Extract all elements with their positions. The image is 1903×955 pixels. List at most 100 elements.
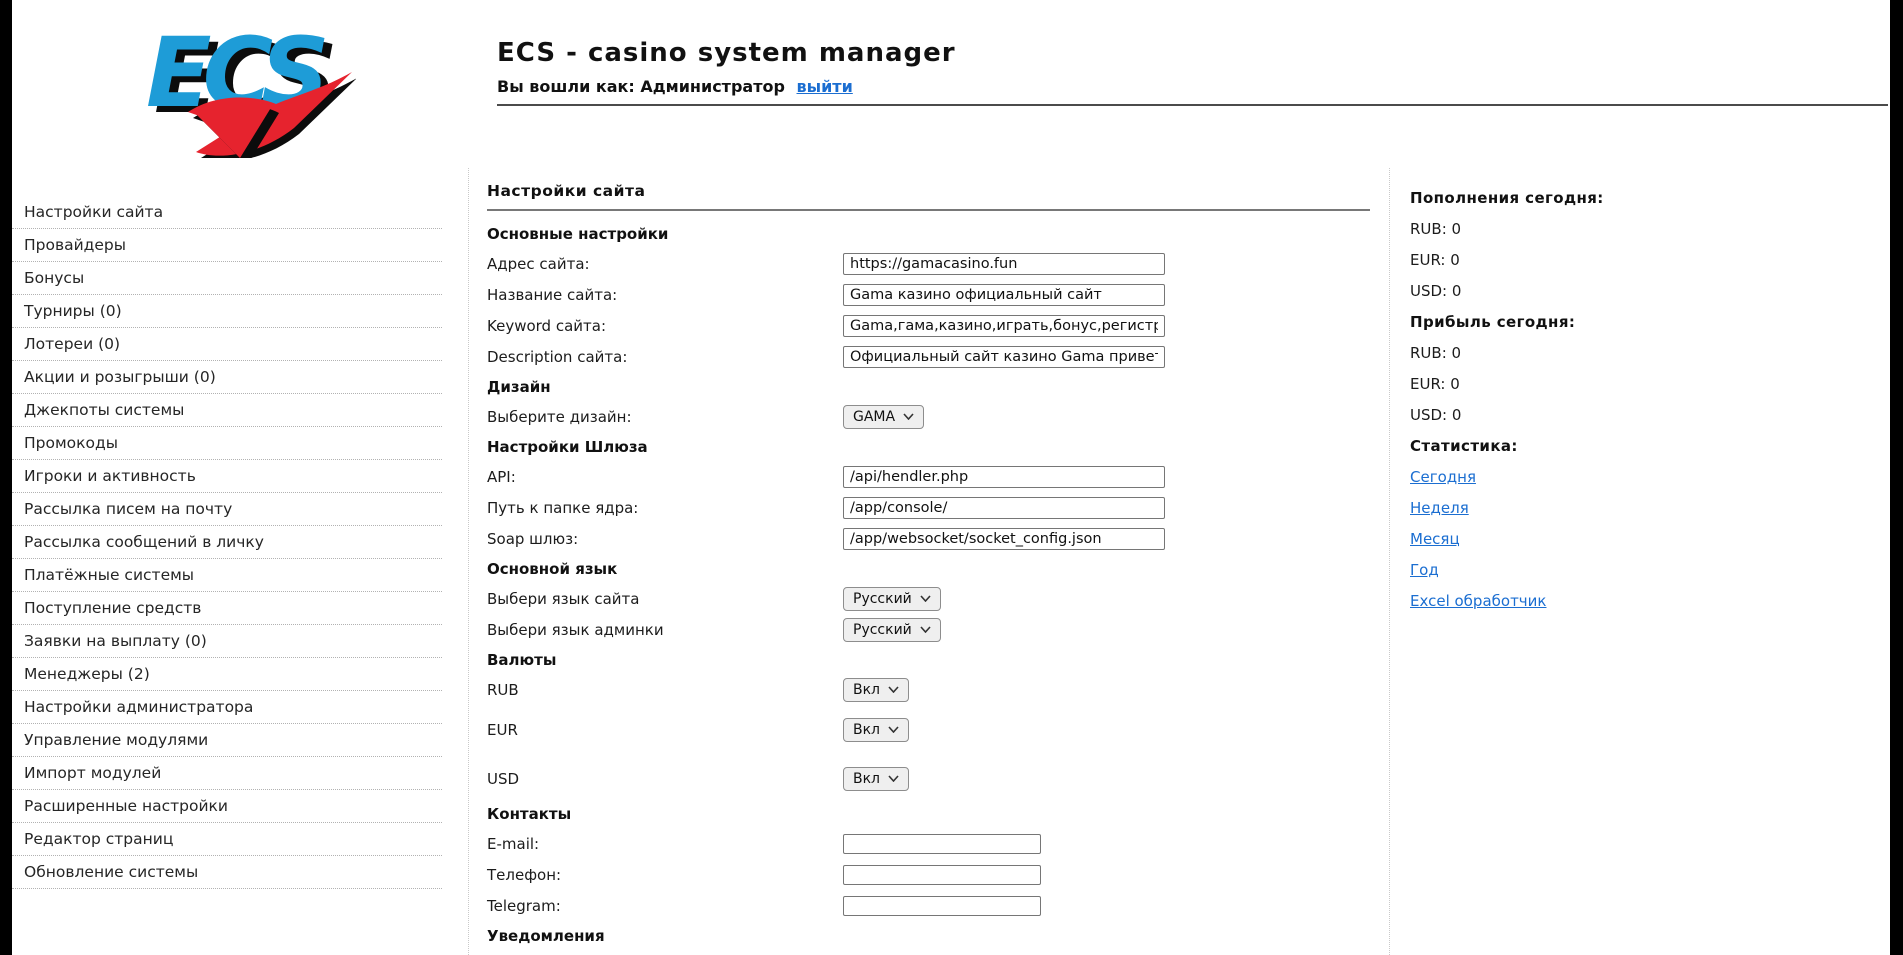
currency-eur-select[interactable]: Вкл bbox=[843, 718, 909, 742]
sidebar-item-pm-mailing[interactable]: Рассылка сообщений в личку bbox=[12, 526, 442, 559]
currency-rub-label: RUB bbox=[487, 681, 843, 699]
admin-language-label: Выбери язык админки bbox=[487, 621, 843, 639]
core-path-row: Путь к папке ядра: bbox=[487, 492, 1370, 523]
currency-usd-value: Вкл bbox=[853, 771, 880, 787]
deposits-usd: USD: 0 bbox=[1410, 275, 1720, 306]
stats-link-month[interactable]: Месяц bbox=[1410, 530, 1460, 548]
site-language-select[interactable]: Русский bbox=[843, 587, 941, 611]
site-keyword-label: Keyword сайта: bbox=[487, 317, 843, 335]
design-select-value: GAMA bbox=[853, 409, 895, 425]
ecs-logo: ECS ECS bbox=[138, 10, 356, 158]
stats-link-week[interactable]: Неделя bbox=[1410, 499, 1469, 517]
email-row: E-mail: bbox=[487, 828, 1370, 859]
currency-rub-row: RUB Вкл bbox=[487, 674, 1370, 705]
core-path-label: Путь к папке ядра: bbox=[487, 499, 843, 517]
design-select-label: Выберите дизайн: bbox=[487, 408, 843, 426]
soap-gateway-label: Soap шлюз: bbox=[487, 530, 843, 548]
stats-link-year[interactable]: Год bbox=[1410, 561, 1439, 579]
site-name-row: Название сайта: bbox=[487, 279, 1370, 310]
telegram-label: Telegram: bbox=[487, 897, 843, 915]
soap-gateway-row: Soap шлюз: bbox=[487, 523, 1370, 554]
site-name-input[interactable] bbox=[843, 284, 1165, 306]
currency-rub-select[interactable]: Вкл bbox=[843, 678, 909, 702]
email-input[interactable] bbox=[843, 834, 1041, 854]
deposits-today-title: Пополнения сегодня: bbox=[1410, 182, 1720, 213]
site-language-label: Выбери язык сайта bbox=[487, 590, 843, 608]
chevron-down-icon bbox=[920, 626, 931, 633]
deposits-rub: RUB: 0 bbox=[1410, 213, 1720, 244]
telegram-input[interactable] bbox=[843, 896, 1041, 916]
sidebar-item-providers[interactable]: Провайдеры bbox=[12, 229, 442, 262]
sidebar-item-page-editor[interactable]: Редактор страниц bbox=[12, 823, 442, 856]
profit-today-title: Прибыль сегодня: bbox=[1410, 306, 1720, 337]
page-title: ECS - casino system manager bbox=[497, 38, 956, 68]
admin-language-select[interactable]: Русский bbox=[843, 618, 941, 642]
sidebar-item-payout-requests[interactable]: Заявки на выплату (0) bbox=[12, 625, 442, 658]
site-language-row: Выбери язык сайта Русский bbox=[487, 583, 1370, 614]
currency-eur-value: Вкл bbox=[853, 722, 880, 738]
section-basic-settings: Основные настройки bbox=[487, 219, 1370, 248]
api-row: API: bbox=[487, 461, 1370, 492]
chevron-down-icon bbox=[888, 775, 899, 782]
site-name-label: Название сайта: bbox=[487, 286, 843, 304]
sidebar-item-module-management[interactable]: Управление модулями bbox=[12, 724, 442, 757]
stats-link-excel[interactable]: Excel обработчик bbox=[1410, 592, 1546, 610]
section-gateway: Настройки Шлюза bbox=[487, 432, 1370, 461]
sidebar-item-promocodes[interactable]: Промокоды bbox=[12, 427, 442, 460]
panel-title: Настройки сайта bbox=[487, 182, 1370, 211]
phone-input[interactable] bbox=[843, 865, 1041, 885]
section-currencies: Валюты bbox=[487, 645, 1370, 674]
sidebar-item-payment-systems[interactable]: Платёжные системы bbox=[12, 559, 442, 592]
sidebar-item-module-import[interactable]: Импорт модулей bbox=[12, 757, 442, 790]
deposits-eur: EUR: 0 bbox=[1410, 244, 1720, 275]
profit-usd: USD: 0 bbox=[1410, 399, 1720, 430]
section-main-language: Основной язык bbox=[487, 554, 1370, 583]
telegram-row: Telegram: bbox=[487, 890, 1370, 921]
chevron-down-icon bbox=[920, 595, 931, 602]
statistics-title: Статистика: bbox=[1410, 430, 1720, 461]
core-path-input[interactable] bbox=[843, 497, 1165, 519]
sidebar-item-managers[interactable]: Менеджеры (2) bbox=[12, 658, 442, 691]
phone-row: Телефон: bbox=[487, 859, 1370, 890]
sidebar-item-promotions[interactable]: Акции и розыгрыши (0) bbox=[12, 361, 442, 394]
site-description-input[interactable] bbox=[843, 346, 1165, 368]
design-select[interactable]: GAMA bbox=[843, 405, 924, 429]
sidebar-item-lotteries[interactable]: Лотереи (0) bbox=[12, 328, 442, 361]
sidebar-menu: Настройки сайта Провайдеры Бонусы Турнир… bbox=[12, 196, 442, 889]
currency-eur-label: EUR bbox=[487, 721, 843, 739]
soap-gateway-input[interactable] bbox=[843, 528, 1165, 550]
sidebar-item-incoming-funds[interactable]: Поступление средств bbox=[12, 592, 442, 625]
email-label: E-mail: bbox=[487, 835, 843, 853]
stats-link-today[interactable]: Сегодня bbox=[1410, 468, 1476, 486]
site-keyword-input[interactable] bbox=[843, 315, 1165, 337]
login-status-text: Вы вошли как: Администратор bbox=[497, 77, 785, 96]
currency-usd-row: USD Вкл bbox=[487, 763, 1370, 794]
section-design: Дизайн bbox=[487, 372, 1370, 401]
site-language-value: Русский bbox=[853, 591, 912, 607]
sidebar-item-bonuses[interactable]: Бонусы bbox=[12, 262, 442, 295]
site-address-input[interactable] bbox=[843, 253, 1165, 275]
site-address-row: Адрес сайта: bbox=[487, 248, 1370, 279]
sidebar-item-tournaments[interactable]: Турниры (0) bbox=[12, 295, 442, 328]
chevron-down-icon bbox=[903, 413, 914, 420]
site-keyword-row: Keyword сайта: bbox=[487, 310, 1370, 341]
currency-usd-label: USD bbox=[487, 770, 843, 788]
sidebar-item-players[interactable]: Игроки и активность bbox=[12, 460, 442, 493]
sidebar-item-system-update[interactable]: Обновление системы bbox=[12, 856, 442, 889]
section-notifications: Уведомления bbox=[487, 921, 1370, 950]
header-divider bbox=[497, 104, 1888, 106]
sidebar-item-site-settings[interactable]: Настройки сайта bbox=[12, 196, 442, 229]
sidebar-item-email-mailing[interactable]: Рассылка писем на почту bbox=[12, 493, 442, 526]
sidebar-item-advanced-settings[interactable]: Расширенные настройки bbox=[12, 790, 442, 823]
login-status: Вы вошли как: Администратор выйти bbox=[497, 77, 956, 96]
currency-usd-select[interactable]: Вкл bbox=[843, 767, 909, 791]
phone-label: Телефон: bbox=[487, 866, 843, 884]
logout-link[interactable]: выйти bbox=[797, 77, 853, 96]
profit-eur: EUR: 0 bbox=[1410, 368, 1720, 399]
sidebar-item-admin-settings[interactable]: Настройки администратора bbox=[12, 691, 442, 724]
chevron-down-icon bbox=[888, 726, 899, 733]
api-input[interactable] bbox=[843, 466, 1165, 488]
sidebar-item-jackpots[interactable]: Джекпоты системы bbox=[12, 394, 442, 427]
admin-language-value: Русский bbox=[853, 622, 912, 638]
currency-rub-value: Вкл bbox=[853, 682, 880, 698]
